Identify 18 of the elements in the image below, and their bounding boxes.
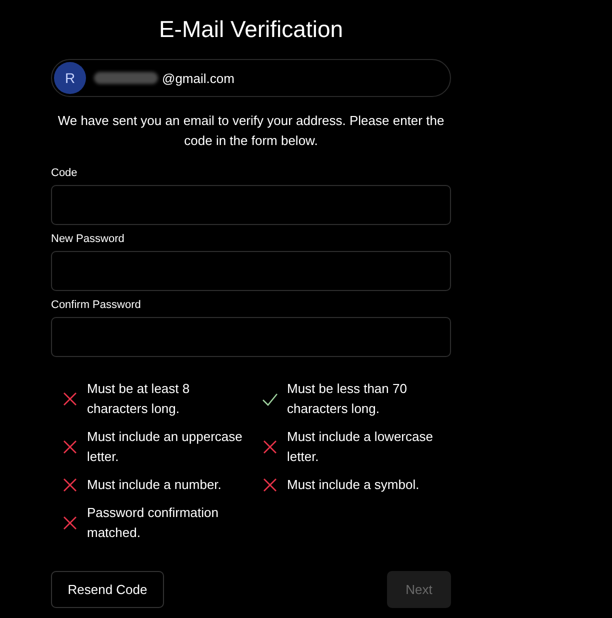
requirement-text: Must include a number. bbox=[87, 476, 222, 494]
avatar: R bbox=[54, 62, 86, 94]
requirement-text: Must include an uppercase letter. bbox=[87, 428, 244, 466]
email-address: @gmail.com bbox=[162, 70, 234, 86]
requirement-text: Must be at least 8 characters long. bbox=[87, 380, 191, 418]
resend-button[interactable]: Resend Code bbox=[51, 571, 164, 608]
input-field[interactable] bbox=[51, 251, 451, 291]
requirement-text: Must include a lowercase letter. bbox=[287, 428, 434, 466]
instruction-text: We have sent you an email to verify your address. Please enter the code in the form below. bbox=[56, 112, 446, 150]
page-title: E-Mail Verification bbox=[158, 16, 344, 43]
requirement-text: Must be less than 70 characters long. bbox=[287, 380, 408, 418]
field-label: Confirm Password bbox=[51, 299, 142, 311]
requirement-text: Must include a symbol. bbox=[287, 476, 420, 494]
field-label: Code bbox=[51, 167, 78, 179]
input-field[interactable] bbox=[51, 317, 451, 357]
input-field[interactable] bbox=[51, 185, 451, 225]
field-label: New Password bbox=[51, 233, 126, 245]
requirement-text: Password confirmation matched. bbox=[87, 504, 220, 542]
